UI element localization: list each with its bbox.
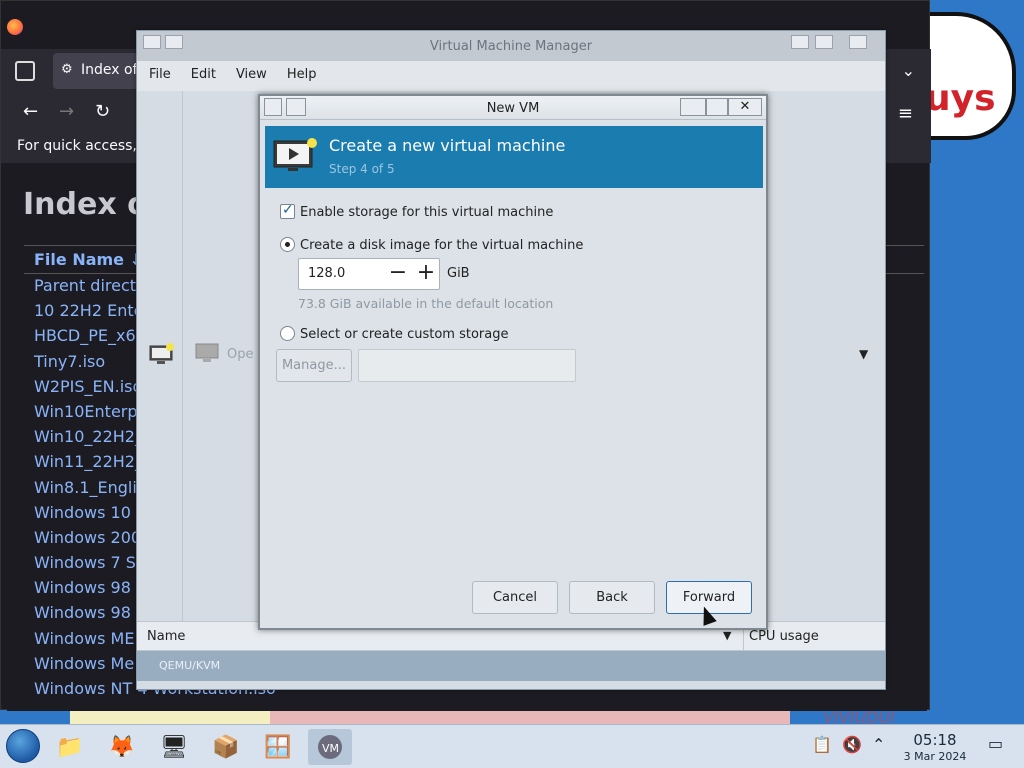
firefox-taskbar-icon[interactable]: 🦊 xyxy=(100,729,144,765)
vm-logo-icon: VM xyxy=(318,735,342,759)
manage-button[interactable]: Manage... xyxy=(276,349,352,382)
forward-arrow-icon[interactable]: → xyxy=(59,101,74,122)
virt-manager-taskbar-icon[interactable]: VM xyxy=(308,729,352,765)
taskbar: 📁 🦊 🖥 📦 🪟 VM 📋 🔇 ⌃ 05:18 3 Mar 2024 ▭ xyxy=(0,724,1024,768)
header-step: Step 4 of 5 xyxy=(329,162,395,176)
package-manager-icon[interactable]: 📦 xyxy=(204,729,248,765)
create-disk-radio[interactable] xyxy=(280,237,295,252)
dialog-title: New VM xyxy=(486,101,540,116)
cancel-button[interactable]: Cancel xyxy=(472,581,558,614)
window-menu-icon[interactable] xyxy=(143,35,161,49)
dropdown-arrow-icon[interactable]: ▼ xyxy=(859,347,868,361)
browser-tab-label: Index of xyxy=(81,62,138,78)
firefox-icon xyxy=(7,19,23,35)
cpu-usage-column-header[interactable]: CPU usage xyxy=(749,629,819,644)
tray-expand-icon[interactable]: ⌃ xyxy=(872,735,885,754)
show-desktop-icon[interactable]: ▭ xyxy=(988,734,1003,753)
chevron-down-icon[interactable]: ⌄ xyxy=(902,61,915,80)
close-icon[interactable] xyxy=(849,35,867,49)
page-icon: ⚙ xyxy=(61,62,73,77)
svg-text:VM: VM xyxy=(322,742,339,755)
browser-tab[interactable]: ⚙ Index of xyxy=(53,53,139,89)
desktop-wallpaper-text: uys xyxy=(925,78,996,119)
name-column-header[interactable]: Name xyxy=(147,629,185,644)
minimize-icon[interactable] xyxy=(680,98,706,116)
available-space-hint: 73.8 GiB available in the default locati… xyxy=(298,296,554,311)
enable-storage-label[interactable]: Enable storage for this virtual machine xyxy=(300,205,553,220)
menu-view[interactable]: View xyxy=(236,67,267,91)
custom-storage-radio[interactable] xyxy=(280,326,295,341)
window-menu-icon[interactable] xyxy=(264,98,282,116)
clock-date: 3 Mar 2024 xyxy=(903,750,967,763)
disk-size-stepper[interactable]: 128.0 − + xyxy=(298,258,440,290)
dialog-header-banner: Create a new virtual machine Step 4 of 5 xyxy=(265,126,763,188)
windows-icon[interactable]: 🪟 xyxy=(256,729,300,765)
tab-overview-icon[interactable] xyxy=(15,61,35,81)
vmm-toolbar xyxy=(137,91,183,621)
minus-icon[interactable]: − xyxy=(385,261,411,287)
sort-arrow-icon: ▼ xyxy=(723,629,732,642)
maximize-icon[interactable] xyxy=(706,98,728,116)
create-disk-label[interactable]: Create a disk image for the virtual mach… xyxy=(300,238,583,253)
new-vm-dialog: New VM ✕ Create a new virtual machine St… xyxy=(258,94,768,630)
back-button[interactable]: Back xyxy=(569,581,655,614)
hamburger-menu-icon[interactable]: ≡ xyxy=(898,103,913,124)
vmm-titlebar: Virtual Machine Manager xyxy=(137,31,885,61)
volume-muted-icon[interactable]: 🔇 xyxy=(842,735,862,754)
minimize-icon[interactable] xyxy=(791,35,809,49)
window-pin-icon[interactable] xyxy=(286,98,306,116)
menu-help[interactable]: Help xyxy=(287,67,317,91)
new-vm-icon[interactable] xyxy=(149,343,175,365)
file-manager-icon[interactable]: 📁 xyxy=(48,729,92,765)
enable-storage-checkbox[interactable] xyxy=(280,202,295,219)
disk-size-value[interactable]: 128.0 xyxy=(308,266,345,281)
close-icon[interactable]: ✕ xyxy=(728,98,762,116)
custom-storage-label[interactable]: Select or create custom storage xyxy=(300,327,508,342)
open-button-label[interactable]: Ope xyxy=(227,347,253,362)
menu-edit[interactable]: Edit xyxy=(191,67,216,91)
maximize-icon[interactable] xyxy=(815,35,833,49)
custom-storage-path-field[interactable] xyxy=(358,349,576,382)
monitor-icon xyxy=(273,138,317,171)
reload-icon[interactable]: ↻ xyxy=(95,101,110,122)
clock-time: 05:18 xyxy=(913,731,957,749)
window-pin-icon[interactable] xyxy=(165,35,183,49)
plus-icon[interactable]: + xyxy=(413,261,439,287)
menu-file[interactable]: File xyxy=(149,67,171,91)
back-arrow-icon[interactable]: ← xyxy=(23,101,38,122)
header-title: Create a new virtual machine xyxy=(329,136,566,155)
vmm-title: Virtual Machine Manager xyxy=(429,39,593,54)
dialog-titlebar: New VM ✕ xyxy=(260,96,766,120)
clock[interactable]: 05:18 3 Mar 2024 xyxy=(890,731,980,763)
start-button[interactable] xyxy=(6,729,40,763)
disk-size-unit: GiB xyxy=(447,266,470,281)
control-panel-icon[interactable]: 🖥 xyxy=(152,729,196,765)
vmm-menubar: File Edit View Help xyxy=(137,61,885,91)
connection-row[interactable]: QEMU/KVM xyxy=(137,651,885,681)
clipboard-icon[interactable]: 📋 xyxy=(812,735,832,754)
open-vm-icon[interactable] xyxy=(195,343,219,363)
